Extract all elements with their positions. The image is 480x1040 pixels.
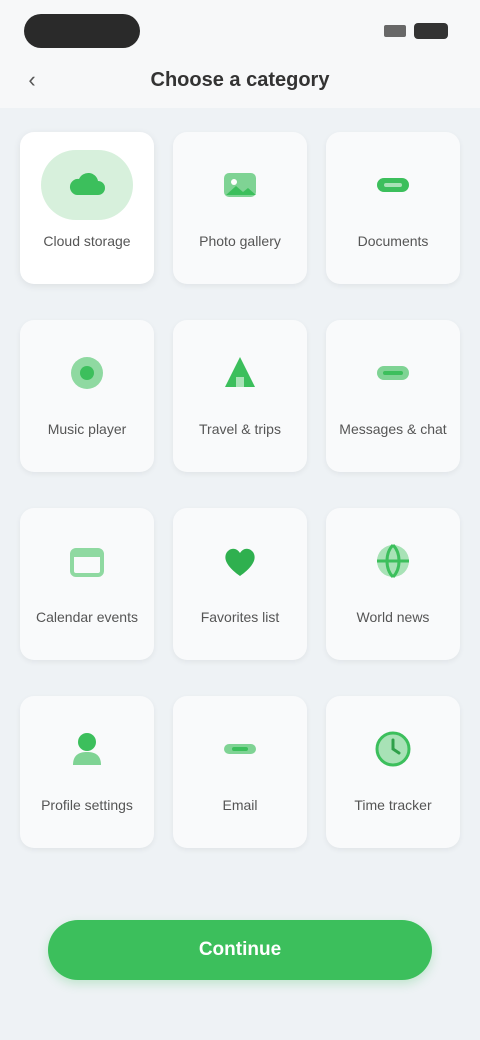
status-time-pill: [24, 14, 140, 48]
mail-icon: [205, 714, 275, 784]
chevron-left-icon: ‹: [28, 67, 36, 92]
category-tile-travel[interactable]: Travel & trips: [173, 320, 307, 472]
continue-button[interactable]: Continue: [48, 920, 432, 980]
category-tile-time[interactable]: Time tracker: [326, 696, 460, 848]
music-icon: [52, 338, 122, 408]
signal-icon: [384, 25, 406, 37]
category-grid: Cloud storage Photo gallery Documents Mu…: [20, 132, 460, 848]
category-tile-cloud[interactable]: Cloud storage: [20, 132, 154, 284]
user-icon: [52, 714, 122, 784]
category-label: Photo gallery: [199, 233, 281, 249]
category-tile-calendar[interactable]: Calendar events: [20, 508, 154, 660]
clock-icon: [358, 714, 428, 784]
category-tile-email[interactable]: Email: [173, 696, 307, 848]
category-tile-music[interactable]: Music player: [20, 320, 154, 472]
category-label: Time tracker: [354, 797, 432, 813]
category-label: Favorites list: [200, 609, 280, 625]
category-label: Music player: [47, 421, 127, 437]
image-icon: [205, 150, 275, 220]
category-label: Profile settings: [41, 797, 133, 813]
globe-icon: [358, 526, 428, 596]
category-tile-documents[interactable]: Documents: [326, 132, 460, 284]
battery-icon: [414, 23, 448, 39]
status-icons: [384, 20, 448, 42]
back-button[interactable]: ‹: [16, 64, 48, 96]
cloud-icon: [41, 150, 133, 220]
category-label: World news: [356, 609, 430, 625]
category-tile-photos[interactable]: Photo gallery: [173, 132, 307, 284]
category-label: Travel & trips: [199, 421, 281, 437]
document-icon: [358, 150, 428, 220]
category-label: Calendar events: [36, 609, 138, 625]
calendar-icon: [52, 526, 122, 596]
category-tile-favorites[interactable]: Favorites list: [173, 508, 307, 660]
category-label: Email: [222, 797, 258, 813]
header: ‹ Choose a category: [0, 52, 480, 108]
category-label: Messages & chat: [339, 421, 447, 437]
triangle-icon: [205, 338, 275, 408]
category-tile-news[interactable]: World news: [326, 508, 460, 660]
category-tile-profile[interactable]: Profile settings: [20, 696, 154, 848]
category-label: Documents: [357, 233, 429, 249]
heart-icon: [205, 526, 275, 596]
page-title: Choose a category: [150, 68, 330, 91]
category-tile-messages[interactable]: Messages & chat: [326, 320, 460, 472]
category-label: Cloud storage: [43, 233, 131, 249]
chat-icon: [358, 338, 428, 408]
